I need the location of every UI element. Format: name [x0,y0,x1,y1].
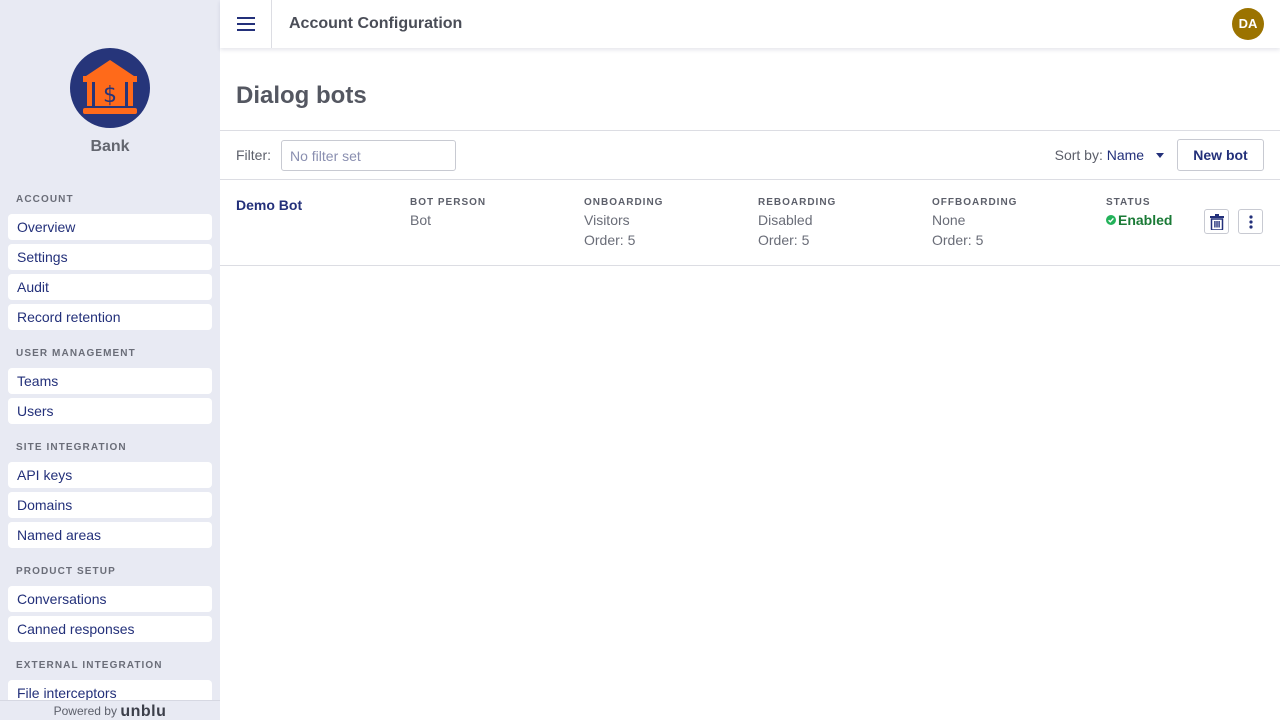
caret-down-icon [1156,153,1164,158]
bot-name-link[interactable]: Demo Bot [236,197,302,213]
user-avatar[interactable]: DA [1232,8,1264,40]
nav-section-product-setup: PRODUCT SETUP [16,566,116,577]
more-vertical-icon [1248,214,1253,229]
svg-text:$: $ [103,83,117,108]
new-bot-button[interactable]: New bot [1177,139,1264,171]
offboarding-order: Order: 5 [932,232,984,248]
reboarding-order: Order: 5 [758,232,810,248]
hamburger-icon [236,17,255,31]
unblu-logo: unblu [120,703,167,720]
status-text: Enabled [1118,212,1173,228]
nav-section-account: ACCOUNT [16,194,74,205]
bank-logo-icon: $ [70,48,150,128]
onboarding-column: ONBOARDING Visitors Order: 5 [584,196,663,250]
sidebar-item-canned-responses[interactable]: Canned responses [8,616,212,642]
app-title: Account Configuration [289,15,463,32]
nav-section-user-management: USER MANAGEMENT [16,348,136,359]
filter-input[interactable] [281,140,456,171]
offboarding-column: OFFBOARDING None Order: 5 [932,196,1017,250]
nav-section-external-integration: EXTERNAL INTEGRATION [16,660,163,671]
page-title: Dialog bots [236,82,367,109]
sidebar-item-users[interactable]: Users [8,398,212,424]
sidebar-item-overview[interactable]: Overview [8,214,212,240]
status-badge: Enabled [1106,210,1172,230]
sort-label: Sort by: [1054,147,1103,163]
sidebar: $ Bank ACCOUNT Overview Settings Audit R… [0,0,220,720]
offboarding-label: OFFBOARDING [932,197,1018,208]
sidebar-item-audit[interactable]: Audit [8,274,212,300]
filter-label: Filter: [236,147,271,163]
trash-icon [1209,213,1224,230]
nav-section-site-integration: SITE INTEGRATION [16,442,127,453]
sort-dropdown[interactable]: Sort by: Name [1055,131,1164,179]
onboarding-label: ONBOARDING [584,197,664,208]
reboarding-column: REBOARDING Disabled Order: 5 [758,196,836,250]
reboarding-label: REBOARDING [758,197,837,208]
top-bar: Account Configuration DA [220,0,1280,48]
powered-by-footer: Powered by unblu [0,700,220,720]
sidebar-item-named-areas[interactable]: Named areas [8,522,212,548]
reboarding-value: Disabled [758,212,813,228]
delete-button[interactable] [1204,209,1229,234]
sidebar-nav: ACCOUNT Overview Settings Audit Record r… [8,186,212,706]
menu-button[interactable] [220,0,272,48]
check-circle-icon [1106,215,1116,225]
sidebar-item-settings[interactable]: Settings [8,244,212,270]
status-label: STATUS [1106,197,1151,208]
onboarding-order: Order: 5 [584,232,636,248]
brand-name: Bank [90,138,130,155]
list-toolbar: Filter: Sort by: Name New bot [220,130,1280,180]
sidebar-item-api-keys[interactable]: API keys [8,462,212,488]
bot-person-column: BOT PERSON Bot [410,196,486,230]
table-row: Demo Bot BOT PERSON Bot ONBOARDING Visit… [220,180,1280,266]
more-options-button[interactable] [1238,209,1263,234]
bot-person-value: Bot [410,212,432,228]
sidebar-item-conversations[interactable]: Conversations [8,586,212,612]
offboarding-value: None [932,212,966,228]
sidebar-item-record-retention[interactable]: Record retention [8,304,212,330]
sidebar-item-domains[interactable]: Domains [8,492,212,518]
sort-value: Name [1106,147,1145,163]
onboarding-value: Visitors [584,212,630,228]
bot-person-label: BOT PERSON [410,197,487,208]
sidebar-item-teams[interactable]: Teams [8,368,212,394]
status-column: STATUS Enabled [1106,196,1172,230]
powered-by-text: Powered by [53,704,117,718]
